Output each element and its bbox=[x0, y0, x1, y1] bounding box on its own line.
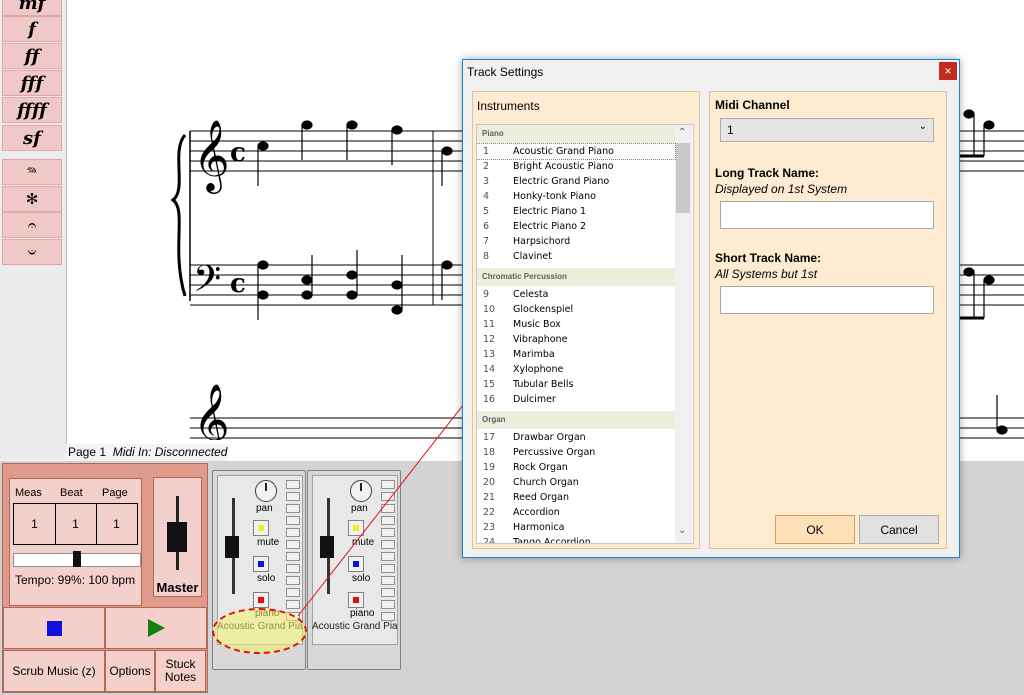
program-number: 6 bbox=[483, 221, 490, 232]
instrument-list-item[interactable]: 19 Rock Organ bbox=[477, 460, 675, 475]
instrument-name: Tango Accordion bbox=[513, 537, 591, 544]
short-name-hint: All Systems but 1st bbox=[715, 267, 818, 281]
instrument-list-item[interactable]: 16 Dulcimer bbox=[477, 392, 675, 407]
cancel-button[interactable]: Cancel bbox=[859, 515, 939, 544]
instrument-list-item[interactable]: 10 Glockenspiel bbox=[477, 302, 675, 317]
list-scrollbar[interactable]: ⌃ ⌄ bbox=[675, 125, 692, 543]
program-number: 17 bbox=[483, 432, 496, 443]
instrument-name: Electric Piano 1 bbox=[513, 206, 587, 217]
instrument-list-item[interactable]: 3 Electric Grand Piano bbox=[477, 174, 675, 189]
instrument-list-item[interactable]: 15 Tubular Bells bbox=[477, 377, 675, 392]
instrument-list-item[interactable]: 12 Vibraphone bbox=[477, 332, 675, 347]
instrument-name: Percussive Organ bbox=[513, 447, 596, 458]
program-number: 1 bbox=[483, 146, 490, 157]
midi-channel-label: Midi Channel bbox=[715, 98, 790, 112]
program-number: 9 bbox=[483, 289, 490, 300]
instruments-label: Instruments bbox=[477, 99, 540, 113]
program-number: 5 bbox=[483, 206, 490, 217]
instrument-name: Tubular Bells bbox=[513, 379, 574, 390]
program-number: 10 bbox=[483, 304, 496, 315]
program-number: 2 bbox=[483, 161, 490, 172]
midi-channel-value: 1 bbox=[727, 123, 734, 137]
program-number: 18 bbox=[483, 447, 496, 458]
instrument-name: Glockenspiel bbox=[513, 304, 574, 315]
instrument-list-item[interactable]: 20 Church Organ bbox=[477, 475, 675, 490]
short-name-input[interactable] bbox=[720, 286, 934, 314]
instrument-name: Church Organ bbox=[513, 477, 579, 488]
instrument-name: Acoustic Grand Piano bbox=[513, 146, 614, 157]
instrument-list[interactable]: ⌃ ⌄ Piano 1 Acoustic Grand Piano 2 Bright Ac… bbox=[476, 124, 694, 544]
program-number: 12 bbox=[483, 334, 496, 345]
program-number: 16 bbox=[483, 394, 496, 405]
instrument-name: Marimba bbox=[513, 349, 555, 360]
instrument-list-item[interactable]: 22 Accordion bbox=[477, 505, 675, 520]
program-number: 8 bbox=[483, 251, 490, 262]
instrument-list-item[interactable]: 11 Music Box bbox=[477, 317, 675, 332]
instrument-name: Music Box bbox=[513, 319, 561, 330]
instrument-group-header: Chromatic Percussion bbox=[477, 268, 675, 286]
instrument-list-item[interactable]: 21 Reed Organ bbox=[477, 490, 675, 505]
instrument-list-item[interactable]: 24 Tango Accordion bbox=[477, 535, 675, 544]
midi-channel-select[interactable]: 1 ⌄ bbox=[720, 118, 934, 142]
instrument-list-item[interactable]: 9 Celesta bbox=[477, 287, 675, 302]
long-name-hint: Displayed on 1st System bbox=[715, 182, 848, 196]
instrument-list-item[interactable]: 1 Acoustic Grand Piano bbox=[477, 143, 676, 160]
instrument-list-item[interactable]: 4 Honky-tonk Piano bbox=[477, 189, 675, 204]
program-number: 22 bbox=[483, 507, 496, 518]
instrument-name: Clavinet bbox=[513, 251, 552, 262]
instrument-name: Dulcimer bbox=[513, 394, 556, 405]
program-number: 20 bbox=[483, 477, 496, 488]
instrument-list-item[interactable]: 17 Drawbar Organ bbox=[477, 430, 675, 445]
program-number: 19 bbox=[483, 462, 496, 473]
instrument-name: Celesta bbox=[513, 289, 549, 300]
instrument-name: Xylophone bbox=[513, 364, 564, 375]
short-name-label: Short Track Name: bbox=[715, 251, 822, 265]
program-number: 21 bbox=[483, 492, 496, 503]
instrument-group-header: Piano bbox=[477, 125, 675, 143]
program-number: 13 bbox=[483, 349, 496, 360]
highlight-ellipse bbox=[212, 608, 307, 654]
close-icon: × bbox=[944, 64, 952, 78]
program-number: 7 bbox=[483, 236, 490, 247]
chevron-down-icon: ⌄ bbox=[918, 121, 927, 132]
scrollbar-thumb[interactable] bbox=[676, 143, 690, 213]
program-number: 3 bbox=[483, 176, 490, 187]
instrument-name: Drawbar Organ bbox=[513, 432, 586, 443]
instrument-list-item[interactable]: 6 Electric Piano 2 bbox=[477, 219, 675, 234]
instrument-list-item[interactable]: 7 Harpsichord bbox=[477, 234, 675, 249]
instrument-name: Electric Piano 2 bbox=[513, 221, 587, 232]
instrument-list-item[interactable]: 18 Percussive Organ bbox=[477, 445, 675, 460]
instrument-name: Harmonica bbox=[513, 522, 565, 533]
instrument-group-header: Organ bbox=[477, 411, 675, 429]
ok-button[interactable]: OK bbox=[775, 515, 855, 544]
instrument-list-item[interactable]: 14 Xylophone bbox=[477, 362, 675, 377]
long-name-label: Long Track Name: bbox=[715, 166, 820, 180]
instrument-list-item[interactable]: 2 Bright Acoustic Piano bbox=[477, 159, 675, 174]
instrument-list-item[interactable]: 13 Marimba bbox=[477, 347, 675, 362]
instrument-name: Harpsichord bbox=[513, 236, 571, 247]
instrument-name: Electric Grand Piano bbox=[513, 176, 610, 187]
instrument-name: Bright Acoustic Piano bbox=[513, 161, 614, 172]
instrument-name: Vibraphone bbox=[513, 334, 568, 345]
instrument-name: Rock Organ bbox=[513, 462, 568, 473]
chevron-down-icon[interactable]: ⌄ bbox=[678, 525, 686, 536]
program-number: 4 bbox=[483, 191, 490, 202]
chevron-up-icon[interactable]: ⌃ bbox=[678, 127, 686, 138]
track-name-panel: Midi Channel 1 ⌄ Long Track Name: Displa… bbox=[709, 91, 947, 549]
instrument-name: Honky-tonk Piano bbox=[513, 191, 596, 202]
program-number: 15 bbox=[483, 379, 496, 390]
program-number: 11 bbox=[483, 319, 496, 330]
long-name-input[interactable] bbox=[720, 201, 934, 229]
program-number: 14 bbox=[483, 364, 496, 375]
instrument-name: Reed Organ bbox=[513, 492, 570, 503]
close-button[interactable]: × bbox=[939, 62, 957, 80]
instrument-name: Accordion bbox=[513, 507, 560, 518]
instrument-list-item[interactable]: 23 Harmonica bbox=[477, 520, 675, 535]
program-number: 23 bbox=[483, 522, 496, 533]
instrument-list-item[interactable]: 5 Electric Piano 1 bbox=[477, 204, 675, 219]
dialog-title: Track Settings bbox=[467, 65, 544, 79]
program-number: 24 bbox=[483, 537, 496, 544]
instrument-list-item[interactable]: 8 Clavinet bbox=[477, 249, 675, 264]
